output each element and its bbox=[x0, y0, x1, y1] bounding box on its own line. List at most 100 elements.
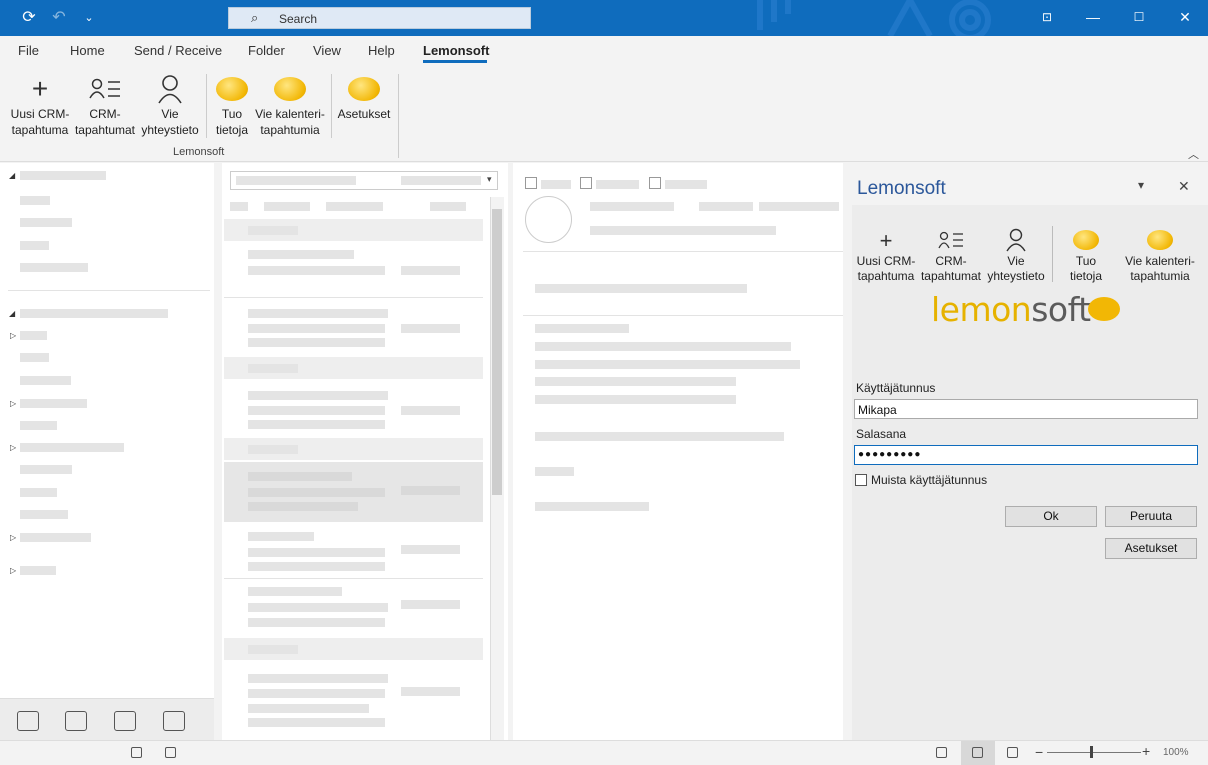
pane-button-label: tapahtumia bbox=[1130, 269, 1190, 283]
expand-icon[interactable]: ▷ bbox=[10, 331, 16, 340]
active-tab-indicator bbox=[423, 60, 487, 63]
mail-nav-icon[interactable] bbox=[17, 711, 39, 731]
status-bar: − + 100% bbox=[0, 740, 1208, 765]
pane-button-label: tapahtuma bbox=[857, 269, 915, 283]
filter-box[interactable]: ▾ bbox=[230, 171, 498, 190]
password-field[interactable]: ●●●●●●●●● bbox=[854, 445, 1198, 465]
nav-footer bbox=[0, 698, 214, 740]
status-icon bbox=[131, 747, 142, 758]
ribbon-new-crm-button[interactable]: + Uusi CRM- tapahtuma bbox=[10, 72, 70, 138]
ribbon-group-label: Lemonsoft bbox=[173, 146, 225, 158]
zoom-slider[interactable] bbox=[1047, 752, 1141, 753]
lemonsoft-logo: lemonsoft bbox=[931, 290, 1091, 329]
quick-access-dropdown-icon[interactable]: ⌄ bbox=[80, 9, 98, 27]
ribbon-display-icon[interactable]: ⊡ bbox=[1038, 8, 1056, 26]
menu-view[interactable]: View bbox=[313, 43, 341, 58]
ribbon-label: tapahtumia bbox=[260, 123, 320, 137]
ribbon-separator bbox=[331, 74, 332, 138]
reading-view-icon[interactable] bbox=[972, 747, 983, 758]
ribbon-settings-button[interactable]: Asetukset bbox=[336, 72, 392, 122]
ok-button[interactable]: Ok bbox=[1005, 506, 1097, 527]
pane-import-button[interactable]: Tuo tietoja bbox=[1062, 226, 1110, 284]
status-icon bbox=[165, 747, 176, 758]
menu-send-receive[interactable]: Send / Receive bbox=[134, 43, 222, 58]
scroll-thumb[interactable] bbox=[492, 209, 502, 495]
sync-icon[interactable]: ⟳ bbox=[20, 9, 38, 27]
zoom-out-icon[interactable]: − bbox=[1035, 744, 1043, 760]
close-icon[interactable]: ✕ bbox=[1176, 8, 1194, 26]
settings-button[interactable]: Asetukset bbox=[1105, 538, 1197, 559]
normal-view-icon[interactable] bbox=[936, 747, 947, 758]
menu-bar: File Home Send / Receive Folder View Hel… bbox=[0, 36, 1208, 64]
lemon-icon bbox=[1062, 226, 1110, 254]
message-list: ▾ bbox=[222, 163, 508, 740]
expand-icon[interactable]: ▷ bbox=[10, 443, 16, 452]
ribbon-export-calendar-button[interactable]: Vie kalenteri- tapahtumia bbox=[254, 72, 326, 138]
pane-title: Lemonsoft bbox=[857, 178, 946, 199]
cancel-button[interactable]: Peruuta bbox=[1105, 506, 1197, 527]
person-icon bbox=[140, 72, 200, 106]
title-decoration bbox=[757, 0, 991, 36]
people-nav-icon[interactable] bbox=[114, 711, 136, 731]
chevron-down-icon: ▾ bbox=[487, 174, 492, 184]
ribbon-export-contact-button[interactable]: Vie yhteystieto bbox=[140, 72, 200, 138]
message-list-scrollbar[interactable] bbox=[490, 197, 504, 740]
ribbon-label: Tuo bbox=[221, 107, 243, 121]
collapse-icon[interactable]: ◢ bbox=[9, 309, 15, 318]
expand-icon[interactable]: ▷ bbox=[10, 533, 16, 542]
pane-crm-events-button[interactable]: CRM- tapahtumat bbox=[920, 226, 982, 284]
menu-help[interactable]: Help bbox=[368, 43, 395, 58]
undo-icon[interactable]: ↶ bbox=[50, 9, 68, 27]
search-placeholder: Search bbox=[279, 12, 318, 26]
menu-file[interactable]: File bbox=[18, 43, 39, 58]
collapse-icon[interactable]: ◢ bbox=[9, 171, 15, 180]
lemon-icon bbox=[254, 72, 326, 106]
tasks-nav-icon[interactable] bbox=[163, 711, 185, 731]
folder-pane: ◢ ◢ ▷ ▷ ▷ ▷ ▷ bbox=[0, 163, 214, 740]
pane-button-label: CRM- bbox=[935, 254, 967, 268]
ribbon-label: yhteystieto bbox=[141, 123, 199, 137]
ribbon-import-button[interactable]: Tuo tietoja bbox=[212, 72, 252, 138]
maximize-icon[interactable]: ☐ bbox=[1130, 8, 1148, 26]
pane-new-crm-button[interactable]: + Uusi CRM- tapahtuma bbox=[855, 226, 917, 284]
remember-checkbox[interactable] bbox=[855, 474, 867, 486]
menu-lemonsoft[interactable]: Lemonsoft bbox=[423, 43, 489, 58]
remember-label: Muista käyttäjätunnus bbox=[871, 473, 988, 487]
zoom-in-icon[interactable]: + bbox=[1142, 743, 1150, 759]
ribbon-separator bbox=[206, 74, 207, 138]
lemon-icon bbox=[1120, 226, 1200, 254]
expand-icon[interactable]: ▷ bbox=[10, 566, 16, 575]
ribbon: + Uusi CRM- tapahtuma CRM- tapahtumat Vi… bbox=[0, 64, 1208, 162]
title-bar: ⟳ ↶ ⌄ ⌕ Search ⊡ — ☐ ✕ bbox=[0, 0, 1208, 36]
ribbon-label: tapahtuma bbox=[11, 123, 69, 137]
lemon-icon bbox=[212, 72, 252, 106]
ribbon-label: Asetukset bbox=[337, 107, 391, 121]
expand-icon[interactable]: ▷ bbox=[10, 399, 16, 408]
plus-icon: + bbox=[31, 73, 49, 104]
search-box[interactable]: ⌕ Search bbox=[228, 7, 531, 29]
pane-button-label: Tuo bbox=[1075, 254, 1097, 268]
zoom-thumb[interactable] bbox=[1090, 746, 1093, 758]
username-label: Käyttäjätunnus bbox=[856, 381, 936, 395]
minimize-icon[interactable]: — bbox=[1084, 8, 1102, 26]
zoom-level[interactable]: 100% bbox=[1163, 747, 1189, 758]
pane-export-calendar-button[interactable]: Vie kalenteri- tapahtumia bbox=[1120, 226, 1200, 284]
search-icon: ⌕ bbox=[251, 10, 259, 25]
collapse-ribbon-icon[interactable]: ︿ bbox=[1188, 146, 1199, 162]
ribbon-crm-events-button[interactable]: CRM- tapahtumat bbox=[74, 72, 136, 138]
ribbon-separator bbox=[398, 74, 399, 158]
calendar-nav-icon[interactable] bbox=[65, 711, 87, 731]
menu-folder[interactable]: Folder bbox=[248, 43, 285, 58]
username-field[interactable]: Mikapa bbox=[854, 399, 1198, 419]
ribbon-label: tapahtumat bbox=[74, 123, 136, 137]
pane-options-chevron-icon[interactable]: ▾ bbox=[1138, 178, 1144, 192]
plus-icon: + bbox=[879, 227, 893, 253]
menu-home[interactable]: Home bbox=[70, 43, 105, 58]
person-icon bbox=[985, 226, 1047, 254]
pane-export-contact-button[interactable]: Vie yhteystieto bbox=[985, 226, 1047, 284]
reading-pane bbox=[513, 163, 843, 740]
pane-button-label: tietoja bbox=[1069, 269, 1103, 283]
ribbon-label: Uusi CRM- bbox=[10, 107, 70, 121]
pane-close-icon[interactable]: ✕ bbox=[1178, 178, 1190, 195]
people-view-icon[interactable] bbox=[1007, 747, 1018, 758]
